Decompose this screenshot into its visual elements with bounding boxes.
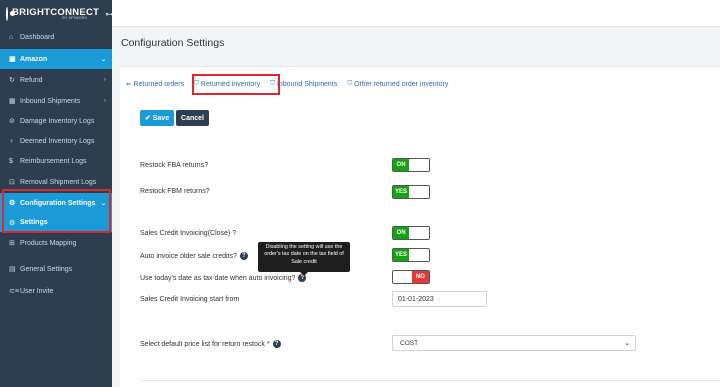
chevron-right-icon: › (104, 98, 106, 104)
sidebar-item-user-invite[interactable]: ⊂≡ User Invite (0, 281, 112, 301)
sidebar-item-refund[interactable]: ↻ Refund › (0, 70, 112, 90)
restock-fba-label: Restock FBA returns? (140, 162, 209, 169)
help-icon[interactable]: ? (272, 340, 281, 348)
auto-invoice-toggle[interactable]: YES (392, 248, 430, 262)
brand-sub: BY APIWORX (62, 16, 88, 20)
dollar-icon: $ (9, 157, 13, 165)
use-today-toggle[interactable]: NO (392, 270, 430, 284)
amazon-icon: ▣ (9, 56, 16, 63)
start-date-input[interactable]: 01-01-2023 (392, 291, 487, 307)
tab-returned-orders[interactable]: ⇐ Returned orders (121, 74, 189, 94)
brand[interactable]: BRIGHTCONNECT BY APIWORX ⊶ (0, 0, 114, 28)
start-from-label: Sales Credit Invoicing start from (140, 296, 240, 303)
sidebar-item-inbound-shipments[interactable]: ▦ Inbound Shipments › (0, 91, 112, 111)
cart-icon: ⛉ (347, 80, 353, 87)
arrow-left-icon: ⇐ (126, 81, 132, 88)
toggle-on-state: YES (393, 186, 410, 198)
sidebar-item-general-settings[interactable]: ▤ General Settings (0, 259, 112, 279)
sidebar-item-label: Products Mapping (20, 239, 77, 247)
help-icon[interactable]: ? (239, 252, 248, 260)
toggle-off-state: NO (411, 271, 429, 283)
sidebar-item-deemed-inventory-logs[interactable]: ♀ Deemed Inventory Logs (0, 131, 112, 151)
check-icon: ✔ (144, 115, 151, 122)
sidebar-item-reimbursement-logs[interactable]: $ Reimbursement Logs (0, 151, 112, 171)
sales-credit-label: Sales Credit Invoicing(Close) ? (140, 230, 237, 237)
removal-icon: ⊡ (9, 179, 15, 186)
mapping-icon: ⊞ (9, 240, 15, 247)
price-list-select[interactable]: COST ⌄ (392, 335, 636, 351)
sidebar-item-products-mapping[interactable]: ⊞ Products Mapping (0, 233, 112, 253)
sidebar-item-label: Inbound Shipments (20, 97, 81, 105)
auto-invoice-label: Auto invoice older sale credits? ? (140, 252, 248, 260)
chevron-down-icon: ⌄ (100, 56, 106, 63)
sidebar-item-label: Deemed Inventory Logs (20, 137, 95, 145)
toggle-on-state: YES (393, 249, 410, 261)
tab-bar: ⇐ Returned orders ⛉ Returned inventory ⛉… (121, 74, 453, 94)
restock-fbm-label: Restock FBM returns? (140, 188, 210, 195)
chevron-right-icon: › (104, 77, 106, 83)
tooltip: Disabling the setting will use the order… (258, 242, 350, 276)
brand-logo-icon (6, 7, 15, 21)
toggle-on-state: ON (393, 227, 410, 239)
tab-other-returned-order-inventory[interactable]: ⛉ Other returned order inventory (342, 74, 453, 94)
use-today-label: Use today's date as tax date when auto i… (140, 274, 307, 282)
deemed-icon: ♀ (9, 137, 15, 145)
sidebar-item-label: Refund (20, 76, 43, 84)
sidebar-item-label: Removal Shipment Logs (20, 178, 97, 186)
general-icon: ▤ (9, 266, 16, 273)
sidebar-item-damage-inventory-logs[interactable]: ⊘ Damage Inventory Logs (0, 111, 112, 131)
highlight-box (2, 189, 111, 233)
sidebar-item-label: Reimbursement Logs (20, 157, 87, 165)
divider (140, 380, 720, 381)
damage-icon: ⊘ (9, 118, 15, 125)
sidebar-item-label: Damage Inventory Logs (20, 117, 95, 125)
price-list-label: Select default price list for return res… (140, 340, 281, 348)
sidebar-item-dashboard[interactable]: ⌂ Dashboard (0, 27, 112, 47)
restock-fbm-toggle[interactable]: YES (392, 185, 430, 199)
top-bar (112, 0, 720, 27)
save-button[interactable]: ✔ Save (140, 110, 174, 126)
sidebar-item-amazon[interactable]: ▣ Amazon ⌄ (0, 49, 112, 69)
user-invite-icon: ⊂≡ (9, 288, 19, 295)
chevron-down-icon: ⌄ (624, 340, 630, 347)
restock-fba-toggle[interactable]: ON (392, 158, 430, 172)
sales-credit-toggle[interactable]: ON (392, 226, 430, 240)
toggle-on-state: ON (393, 159, 410, 171)
cancel-button[interactable]: Cancel (176, 110, 209, 126)
sidebar-item-label: General Settings (20, 265, 73, 273)
refund-icon: ↻ (9, 77, 15, 84)
shipments-icon: ▦ (9, 98, 16, 105)
home-icon: ⌂ (9, 33, 14, 41)
sidebar-item-label: User Invite (20, 287, 54, 295)
sidebar-item-label: Amazon (20, 55, 48, 63)
sidebar-item-label: Dashboard (20, 33, 55, 41)
page-title: Configuration Settings (121, 37, 225, 49)
highlight-box (192, 74, 280, 95)
